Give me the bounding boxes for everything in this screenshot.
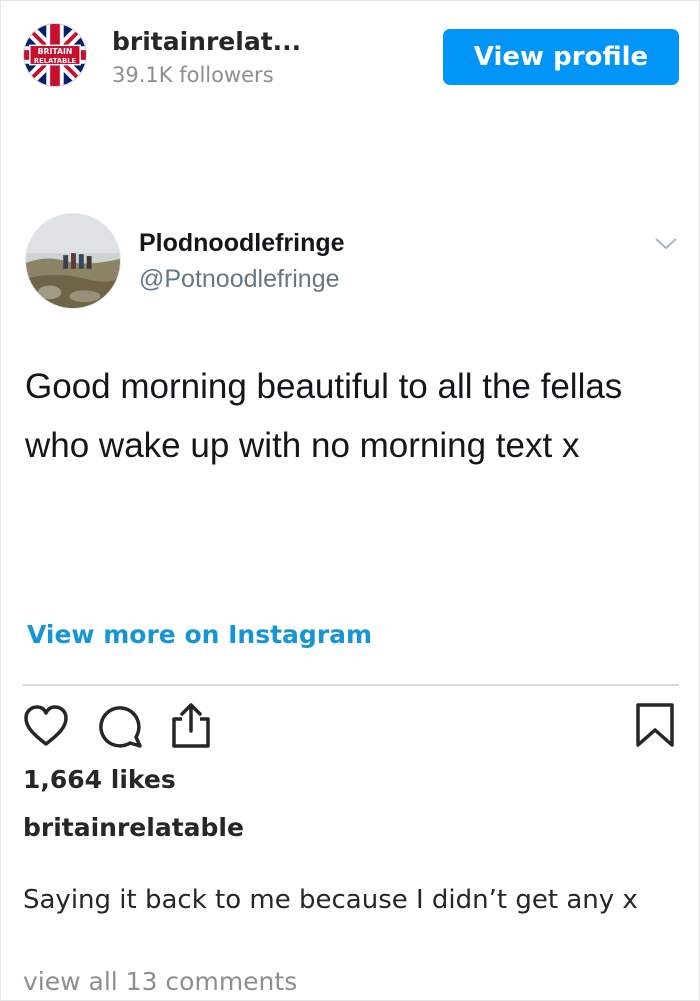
heart-icon[interactable]	[23, 704, 69, 748]
union-flag-logo: BRITAIN RELATABLE	[24, 24, 86, 86]
view-profile-button[interactable]: View profile	[443, 29, 679, 85]
account-username[interactable]: britainrelat...	[112, 27, 301, 56]
divider	[23, 684, 679, 686]
caption-username[interactable]: britainrelatable	[23, 813, 244, 842]
tweet-handle: @Potnoodlefringe	[139, 265, 340, 293]
instagram-embed: BRITAIN RELATABLE britainrelat... 39.1K …	[0, 0, 700, 1001]
svg-text:RELATABLE: RELATABLE	[34, 57, 77, 65]
like-count[interactable]: 1,664 likes	[23, 765, 176, 794]
tweet-author-avatar	[25, 213, 121, 309]
share-icon[interactable]	[168, 701, 214, 749]
follower-count: 39.1K followers	[112, 63, 274, 87]
account-avatar[interactable]: BRITAIN RELATABLE	[23, 23, 87, 87]
view-more-link[interactable]: View more on Instagram	[27, 620, 372, 649]
post-caption: Saying it back to me because I didn’t ge…	[23, 885, 638, 915]
comment-icon[interactable]	[98, 703, 144, 749]
tweet-text: Good morning beautiful to all the fellas…	[25, 367, 623, 465]
svg-text:BRITAIN: BRITAIN	[38, 47, 73, 56]
chevron-down-icon	[655, 238, 677, 250]
view-comments-link[interactable]: view all 13 comments	[23, 967, 297, 996]
tweet-display-name: Plodnoodlefringe	[139, 229, 345, 257]
hikers-photo	[26, 214, 120, 308]
bookmark-icon[interactable]	[635, 702, 675, 748]
